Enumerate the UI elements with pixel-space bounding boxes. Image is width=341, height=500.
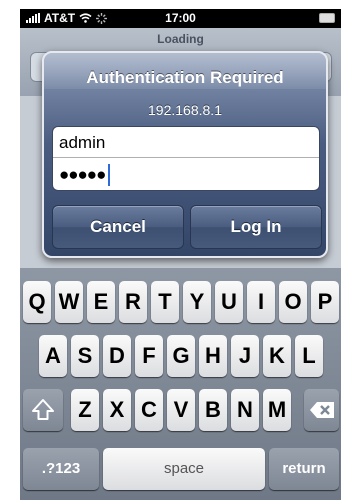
credentials-fields: admin ●●●●●	[52, 126, 320, 191]
dialog-title: Authentication Required	[86, 68, 284, 87]
key-p[interactable]: P	[311, 281, 339, 323]
key-c[interactable]: C	[135, 389, 163, 431]
cancel-button[interactable]: Cancel	[52, 205, 184, 249]
key-i[interactable]: I	[247, 281, 275, 323]
key-y[interactable]: Y	[183, 281, 211, 323]
username-field[interactable]: admin	[53, 127, 319, 158]
return-key[interactable]: return	[269, 448, 339, 490]
space-key[interactable]: space	[103, 448, 265, 490]
shift-icon	[32, 399, 54, 420]
key-v[interactable]: V	[167, 389, 195, 431]
key-l[interactable]: L	[295, 335, 323, 377]
keyboard: Q W E R T Y U I O P A S D F G H J K L Z …	[20, 268, 341, 500]
dialog-host: 192.168.8.1	[148, 102, 222, 118]
text-cursor	[108, 163, 111, 186]
key-x[interactable]: X	[103, 389, 131, 431]
username-value: admin	[59, 133, 106, 152]
page-loading-title: Loading	[157, 32, 204, 46]
key-j[interactable]: J	[231, 335, 259, 377]
key-d[interactable]: D	[103, 335, 131, 377]
key-q[interactable]: Q	[23, 281, 51, 323]
key-u[interactable]: U	[215, 281, 243, 323]
delete-icon	[310, 402, 334, 418]
key-o[interactable]: O	[279, 281, 307, 323]
login-button[interactable]: Log In	[190, 205, 322, 249]
key-n[interactable]: N	[231, 389, 259, 431]
key-t[interactable]: T	[151, 281, 179, 323]
key-e[interactable]: E	[87, 281, 115, 323]
shift-key[interactable]	[23, 389, 63, 431]
status-bar: AT&T 17:00	[20, 9, 341, 28]
key-s[interactable]: S	[71, 335, 99, 377]
battery-icon	[319, 13, 335, 23]
key-k[interactable]: K	[263, 335, 291, 377]
key-z[interactable]: Z	[71, 389, 99, 431]
key-w[interactable]: W	[55, 281, 83, 323]
key-f[interactable]: F	[135, 335, 163, 377]
key-r[interactable]: R	[119, 281, 147, 323]
key-a[interactable]: A	[39, 335, 67, 377]
password-mask: ●●●●●	[59, 165, 106, 184]
key-m[interactable]: M	[263, 389, 291, 431]
password-field[interactable]: ●●●●●	[53, 159, 319, 190]
key-g[interactable]: G	[167, 335, 195, 377]
numbers-key[interactable]: .?123	[23, 448, 99, 490]
status-time: 17:00	[165, 11, 196, 25]
key-b[interactable]: B	[199, 389, 227, 431]
key-h[interactable]: H	[199, 335, 227, 377]
auth-dialog: Authentication Required 192.168.8.1 admi…	[42, 51, 328, 258]
delete-key[interactable]	[304, 389, 339, 431]
